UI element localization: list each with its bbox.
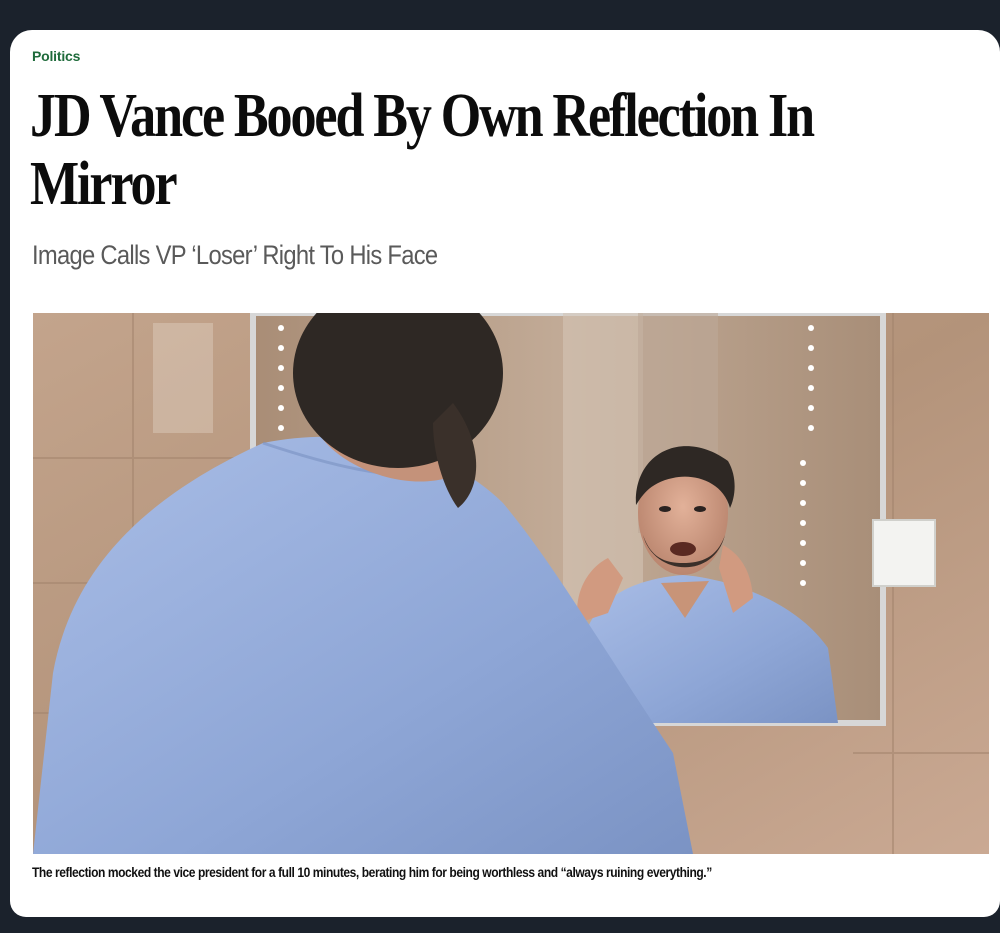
category-link[interactable]: Politics [32,48,80,64]
photo-caption: The reflection mocked the vice president… [32,864,712,880]
article-photo[interactable] [33,313,989,854]
article-subheadline: Image Calls VP ‘Loser’ Right To His Face [32,240,438,270]
article-card: Politics JD Vance Booed By Own Reflectio… [10,30,1000,917]
article-headline[interactable]: JD Vance Booed By Own Reflection In Mirr… [30,82,946,218]
photo-illustration [33,313,989,854]
